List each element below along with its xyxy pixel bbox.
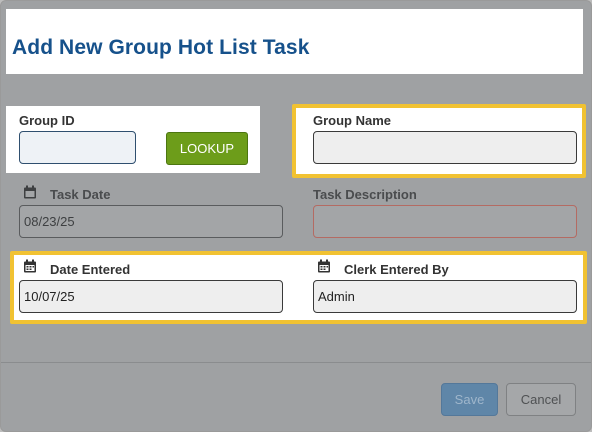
- task-date-input[interactable]: [19, 205, 283, 238]
- group-name-input[interactable]: [313, 131, 577, 164]
- task-date-label: Task Date: [50, 187, 111, 202]
- date-entered-input[interactable]: [19, 280, 283, 313]
- lookup-button[interactable]: LOOKUP: [166, 132, 248, 165]
- calendar-icon: [24, 185, 36, 199]
- calendar-icon: [318, 259, 330, 273]
- group-id-input[interactable]: [19, 131, 136, 164]
- cancel-button[interactable]: Cancel: [506, 383, 576, 416]
- calendar-icon: [24, 259, 36, 273]
- save-button[interactable]: Save: [441, 383, 498, 416]
- footer-divider: [1, 362, 591, 363]
- clerk-entered-by-label: Clerk Entered By: [344, 262, 449, 277]
- task-description-input[interactable]: [313, 205, 577, 238]
- date-entered-label: Date Entered: [50, 262, 131, 277]
- task-description-label: Task Description: [313, 187, 417, 202]
- add-group-hot-list-task-dialog: Add New Group Hot List Task Group ID LOO…: [0, 0, 592, 432]
- dialog-title: Add New Group Hot List Task: [12, 36, 310, 59]
- group-id-label: Group ID: [19, 113, 75, 128]
- group-name-label: Group Name: [313, 113, 392, 128]
- clerk-entered-by-input[interactable]: [313, 280, 577, 313]
